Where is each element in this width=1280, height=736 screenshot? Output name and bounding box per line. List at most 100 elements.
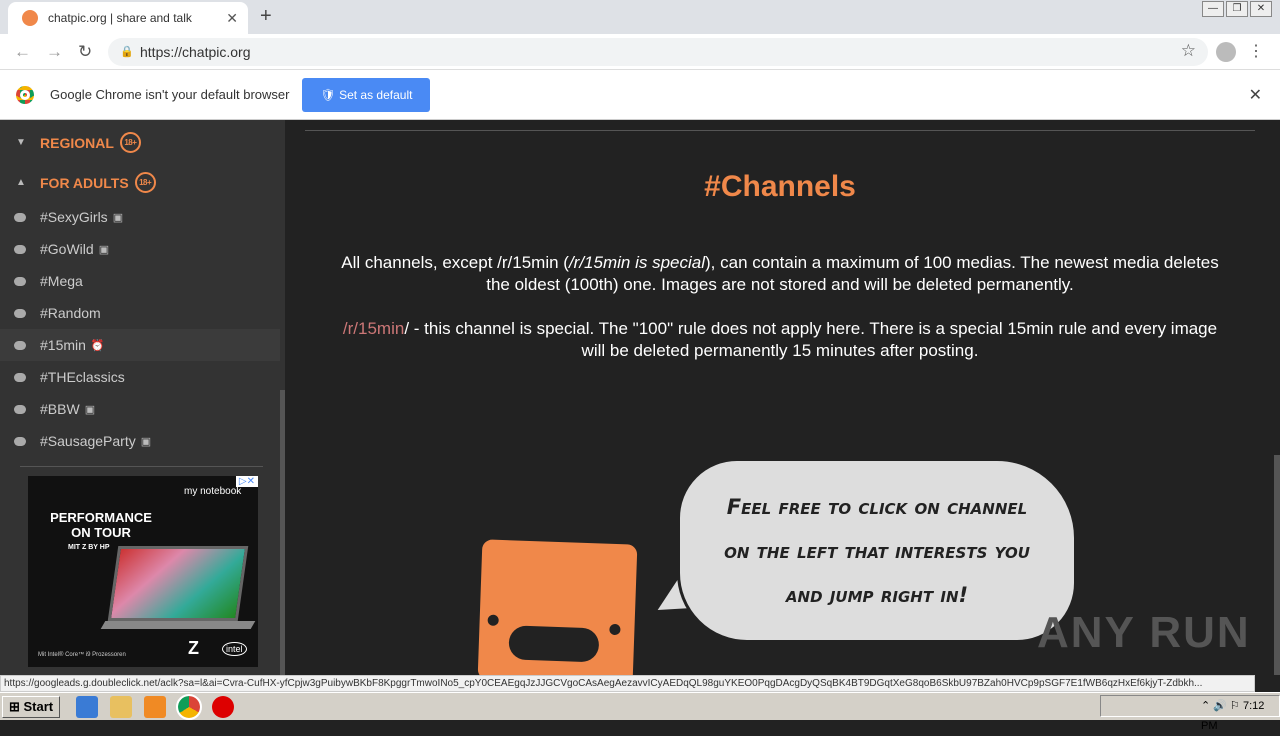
chevron-up-icon: ▲ [16, 177, 26, 188]
ad-headline: PERFORMANCE ON TOUR [50, 510, 152, 540]
new-tab-button[interactable]: + [260, 5, 272, 28]
chat-icon [14, 276, 26, 286]
chat-icon [14, 372, 26, 382]
minimize-button[interactable]: — [1202, 1, 1224, 17]
section-label: REGIONAL [40, 134, 114, 151]
close-tab-icon[interactable]: ✕ [226, 10, 238, 27]
reload-button[interactable]: ↻ [78, 42, 92, 62]
chat-icon [14, 308, 26, 318]
hp-z-logo: Z [188, 638, 199, 658]
channel-label: #THEclassics [40, 369, 125, 385]
chrome-logo-icon [16, 85, 34, 104]
adult-18-badge: 18+ [134, 172, 156, 193]
section-regional[interactable]: ▼ REGIONAL 18+ [16, 132, 141, 153]
address-bar: ← → ↻ 🔒 https://chatpic.org ☆ ⋮ [0, 34, 1280, 70]
speech-line: Feel free to click on channel [726, 494, 1028, 519]
laptop-image [107, 546, 249, 621]
channel-label: #15min [40, 337, 86, 353]
chat-icon [14, 340, 26, 350]
page-title: #Channels [704, 170, 856, 203]
chat-icon [14, 436, 26, 446]
eye [487, 614, 499, 626]
channel-item[interactable]: #THEclassics [0, 361, 280, 393]
back-button[interactable]: ← [14, 42, 31, 62]
advertisement[interactable]: my notebook ▷✕ PERFORMANCE ON TOUR MIT Z… [28, 476, 258, 667]
speech-bubble: Feel free to click on channel on the left… [677, 458, 1077, 643]
divider [20, 466, 263, 467]
channel-item[interactable]: #SausageParty ▣ [0, 425, 280, 457]
chat-icon [14, 212, 26, 222]
status-bar-url: https://googleads.g.doubleclick.net/aclk… [0, 675, 1255, 692]
account-avatar[interactable] [1216, 42, 1236, 62]
channel-item[interactable]: #SexyGirls ▣ [0, 201, 280, 233]
channel-item[interactable]: #Mega [0, 265, 280, 297]
15min-description: /r/15min/ - this channel is special. The… [340, 318, 1220, 362]
ie-icon[interactable] [76, 695, 99, 718]
menu-icon[interactable]: ⋮ [1248, 41, 1264, 61]
channel-item[interactable]: #GoWild ▣ [0, 233, 280, 265]
images-icon: ▣ [98, 243, 110, 256]
divider [305, 130, 1255, 131]
channel-label: #Mega [40, 273, 83, 289]
chevron-down-icon: ▼ [16, 137, 26, 148]
section-for-adults[interactable]: ▲ FOR ADULTS 18+ [16, 172, 156, 193]
restore-button[interactable]: ❐ [1226, 1, 1248, 17]
channel-label: #GoWild [40, 241, 94, 257]
close-window-button[interactable]: ✕ [1250, 1, 1272, 17]
infobar-text: Google Chrome isn't your default browser [50, 87, 290, 102]
opera-icon[interactable] [212, 695, 235, 718]
images-icon: ▣ [112, 211, 124, 224]
tray-icons[interactable]: ⌃ 🔊 ⚐ [1201, 700, 1243, 712]
close-infobar-icon[interactable]: ✕ [1249, 85, 1262, 105]
channel-item[interactable]: #15min ⏰ [0, 329, 280, 361]
start-label: Start [23, 698, 54, 714]
channel-label: #SausageParty [40, 433, 136, 449]
chat-icon [14, 404, 26, 414]
bookmark-star-icon[interactable]: ☆ [1181, 41, 1196, 61]
15min-link[interactable]: /r/15min [343, 319, 404, 338]
speech-line: on the left that interests you [724, 538, 1030, 563]
speech-line: and jump right in! [785, 582, 969, 607]
tab-title: chatpic.org | share and talk [48, 11, 192, 25]
ad-footer: Mit Intel® Core™ i9 Prozessoren [38, 652, 126, 658]
explorer-icon[interactable] [110, 695, 133, 718]
main-scrollbar[interactable] [1274, 455, 1280, 675]
images-icon: ▣ [84, 403, 96, 416]
favicon-icon [22, 10, 38, 26]
chrome-taskbar-icon[interactable] [176, 693, 203, 720]
intel-logo: intel [222, 642, 247, 656]
channels-description: All channels, except /r/15min (/r/15min … [340, 252, 1220, 296]
channel-label: #BBW [40, 401, 80, 417]
eye [609, 623, 621, 636]
url-text: https://chatpic.org [140, 44, 251, 60]
set-default-label: Set as default [339, 87, 413, 102]
images-icon: ▣ [140, 435, 152, 448]
set-default-button[interactable]: 🛡 Set as default [302, 77, 431, 112]
channel-item[interactable]: #BBW ▣ [0, 393, 280, 425]
channel-item[interactable]: #Random [0, 297, 280, 329]
system-tray: ⌃ 🔊 ⚐ 7:12 PM [1100, 695, 1280, 732]
sidebar: ▼ REGIONAL 18+ ▲ FOR ADULTS 18+ #SexyGirls ▣ #… [0, 120, 285, 675]
ad-close-icon[interactable]: ▷✕ [235, 476, 258, 487]
forward-button[interactable]: → [46, 42, 63, 62]
channel-label: #SexyGirls [40, 209, 108, 225]
mascot-character [477, 539, 638, 685]
laptop-base [100, 621, 256, 629]
text: All channels, except /r/15min ( [341, 253, 569, 272]
mouth [508, 625, 600, 663]
section-label: FOR ADULTS [40, 174, 129, 191]
default-browser-infobar: Google Chrome isn't your default browser… [0, 70, 1280, 120]
adult-18-badge: 18+ [119, 132, 141, 153]
tab-bar: chatpic.org | share and talk ✕ + — ❐ ✕ [0, 0, 1280, 34]
text-italic: /r/15min is special [568, 253, 706, 272]
url-input[interactable]: 🔒 https://chatpic.org [108, 38, 1208, 66]
ad-subline: MIT Z BY HP [68, 544, 110, 551]
start-button[interactable]: ⊞ Start [2, 695, 61, 718]
alarm-clock-icon: ⏰ [90, 339, 105, 352]
anyrun-watermark: ANY RUN [1037, 608, 1251, 657]
tab-chatpic[interactable]: chatpic.org | share and talk ✕ [8, 2, 248, 34]
ad-brand: my notebook [184, 486, 242, 497]
main-content: #Channels All channels, except /r/15min … [285, 120, 1280, 685]
channel-label: #Random [40, 305, 101, 321]
media-player-icon[interactable] [144, 695, 167, 718]
